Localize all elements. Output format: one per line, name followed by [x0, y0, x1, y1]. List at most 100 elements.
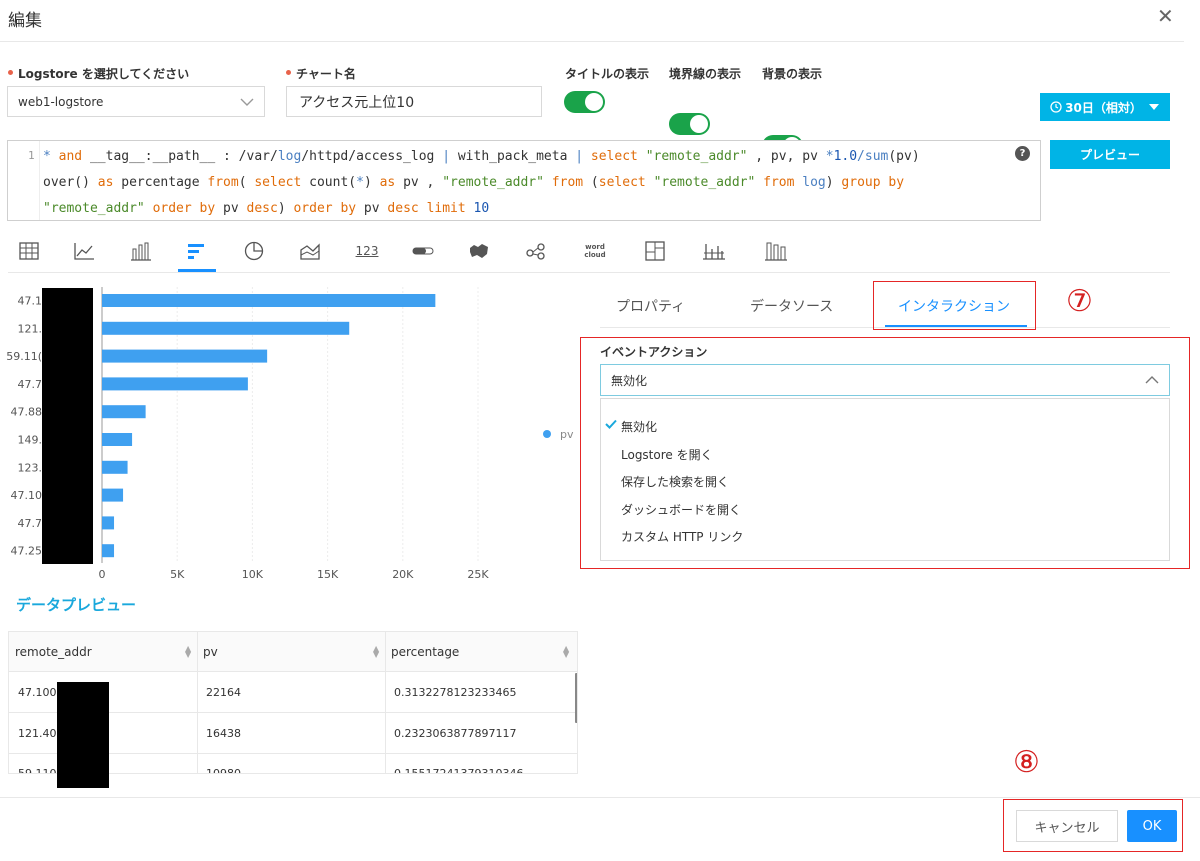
- column-header-percentage[interactable]: percentage: [385, 632, 577, 672]
- time-range-button[interactable]: 30日（相対）: [1040, 93, 1170, 121]
- x-tick-label: 25K: [467, 568, 489, 581]
- option-custom-http-link[interactable]: カスタム HTTP リンク: [621, 528, 743, 545]
- tornado-icon[interactable]: [761, 236, 791, 266]
- show-border-label: 境界線の表示: [669, 67, 742, 81]
- event-action-value: 無効化: [611, 373, 648, 388]
- logstore-select-value: web1-logstore: [18, 94, 104, 109]
- query-line-2: over() as percentage from( select count(…: [43, 175, 905, 190]
- number-chart-icon[interactable]: 123: [351, 236, 383, 266]
- sort-icon[interactable]: ▲ ▼: [563, 645, 569, 659]
- logstore-label: Logstore を選択してください: [8, 65, 189, 82]
- bar-chart-icon[interactable]: [182, 236, 212, 266]
- event-action-label: イベントアクション: [600, 345, 708, 359]
- y-tick-label: 47.1: [18, 295, 43, 308]
- table-cell: 0.2323063877897117: [394, 726, 517, 740]
- required-dot: [286, 70, 291, 75]
- table-cell: 10980: [206, 766, 241, 774]
- y-tick-label: 47.7: [18, 378, 43, 391]
- area-chart-icon[interactable]: [295, 236, 325, 266]
- x-tick-label: 0: [99, 568, 106, 581]
- bar: [102, 544, 115, 558]
- y-tick-label: 149.: [18, 434, 43, 447]
- bar: [102, 488, 124, 502]
- chart-name-value: アクセス元上位10: [299, 94, 415, 111]
- sort-icon[interactable]: ▲ ▼: [185, 645, 191, 659]
- clock-icon: [1050, 101, 1062, 113]
- logstore-select[interactable]: web1-logstore: [7, 86, 265, 117]
- column-header-pv[interactable]: pv: [197, 632, 385, 672]
- ok-button[interactable]: OK: [1127, 810, 1177, 842]
- preview-button[interactable]: プレビュー: [1050, 140, 1170, 169]
- annotation-label-8: ⑧: [1013, 745, 1040, 780]
- annotation-label-7: ⑦: [1066, 284, 1093, 319]
- show-background-label: 背景の表示: [762, 67, 823, 81]
- bar: [102, 321, 350, 335]
- column-header-label: pv: [203, 644, 218, 659]
- column-header-label: percentage: [391, 644, 460, 659]
- bar: [102, 377, 248, 391]
- option-open-saved-search[interactable]: 保存した検索を開く: [621, 473, 729, 490]
- table-cell: 16438: [206, 726, 241, 740]
- column-header-remote-addr[interactable]: remote_addr: [9, 632, 197, 672]
- show-title-toggle[interactable]: [564, 91, 605, 113]
- map-icon[interactable]: [464, 236, 494, 266]
- x-tick-label: 10K: [242, 568, 264, 581]
- bar: [102, 405, 146, 419]
- chevron-down-icon: [240, 98, 254, 106]
- treemap-icon[interactable]: [640, 236, 670, 266]
- x-tick-label: 5K: [170, 568, 185, 581]
- y-tick-label: 59.11(: [6, 350, 42, 363]
- query-line-1: * and __tag__:__path__ : /var/log/httpd/…: [43, 149, 920, 164]
- bar: [102, 349, 268, 363]
- progress-bar-icon[interactable]: [408, 236, 438, 266]
- query-editor[interactable]: 1 * and __tag__:__path__ : /var/log/http…: [7, 140, 1041, 221]
- line-number: 1: [28, 149, 35, 162]
- event-action-select[interactable]: 無効化: [600, 364, 1170, 396]
- y-tick-label: 47.25: [11, 545, 43, 558]
- table-cell: 0.15517241379310346: [394, 766, 524, 774]
- chevron-up-icon: [1145, 376, 1159, 384]
- close-icon[interactable]: ✕: [1157, 4, 1174, 28]
- line-chart-icon[interactable]: [69, 236, 99, 266]
- dialog-title: 編集: [8, 11, 42, 31]
- caret-down-icon: [1148, 104, 1159, 110]
- toolbar-divider: [8, 272, 1170, 273]
- bar: [102, 294, 436, 307]
- bar-chart: 0 5K 10K 15K 20K 25K 47.1 121. 59.11(47.7 47.88 14…: [6, 287, 574, 581]
- y-tick-label: 47.88: [11, 406, 43, 419]
- header-divider: [0, 41, 1184, 42]
- bar: [102, 433, 133, 446]
- redaction-block: [42, 288, 93, 564]
- cancel-button[interactable]: キャンセル: [1016, 810, 1118, 842]
- sort-icon[interactable]: ▲ ▼: [373, 645, 379, 659]
- x-tick-label: 20K: [392, 568, 414, 581]
- option-disable[interactable]: 無効化: [621, 418, 657, 435]
- bar: [102, 460, 128, 474]
- option-open-logstore[interactable]: Logstore を開く: [621, 446, 713, 463]
- data-preview-title: データプレビュー: [16, 596, 137, 614]
- chart-name-input[interactable]: アクセス元上位10: [286, 86, 542, 117]
- pie-chart-icon[interactable]: [239, 236, 269, 266]
- tab-properties[interactable]: プロパティ: [616, 296, 685, 316]
- legend-label: pv: [560, 428, 574, 441]
- redaction-block: [57, 682, 109, 788]
- column-chart-icon[interactable]: [126, 236, 156, 266]
- editor-gutter: [39, 141, 40, 220]
- check-icon: [605, 419, 617, 429]
- word-cloud-icon[interactable]: word cloud: [580, 236, 610, 266]
- help-icon[interactable]: ?: [1015, 146, 1030, 161]
- show-border-toggle[interactable]: [669, 113, 710, 135]
- annotation-box-7: [873, 281, 1036, 330]
- table-scrollbar[interactable]: [575, 673, 577, 723]
- flow-chart-icon[interactable]: [521, 236, 551, 266]
- bar: [102, 516, 115, 530]
- word-cloud-text-2: cloud: [584, 251, 606, 259]
- query-line-3: "remote_addr" order by pv desc) order by…: [43, 201, 490, 216]
- option-open-dashboard[interactable]: ダッシュボードを開く: [621, 501, 741, 518]
- cross-table-icon[interactable]: [699, 236, 729, 266]
- table-icon[interactable]: [14, 236, 44, 266]
- table-cell: 0.3132278123233465: [394, 686, 517, 699]
- y-tick-label: 47.10: [11, 489, 43, 502]
- tab-data-source[interactable]: データソース: [750, 296, 833, 316]
- table-cell: 22164: [206, 686, 241, 699]
